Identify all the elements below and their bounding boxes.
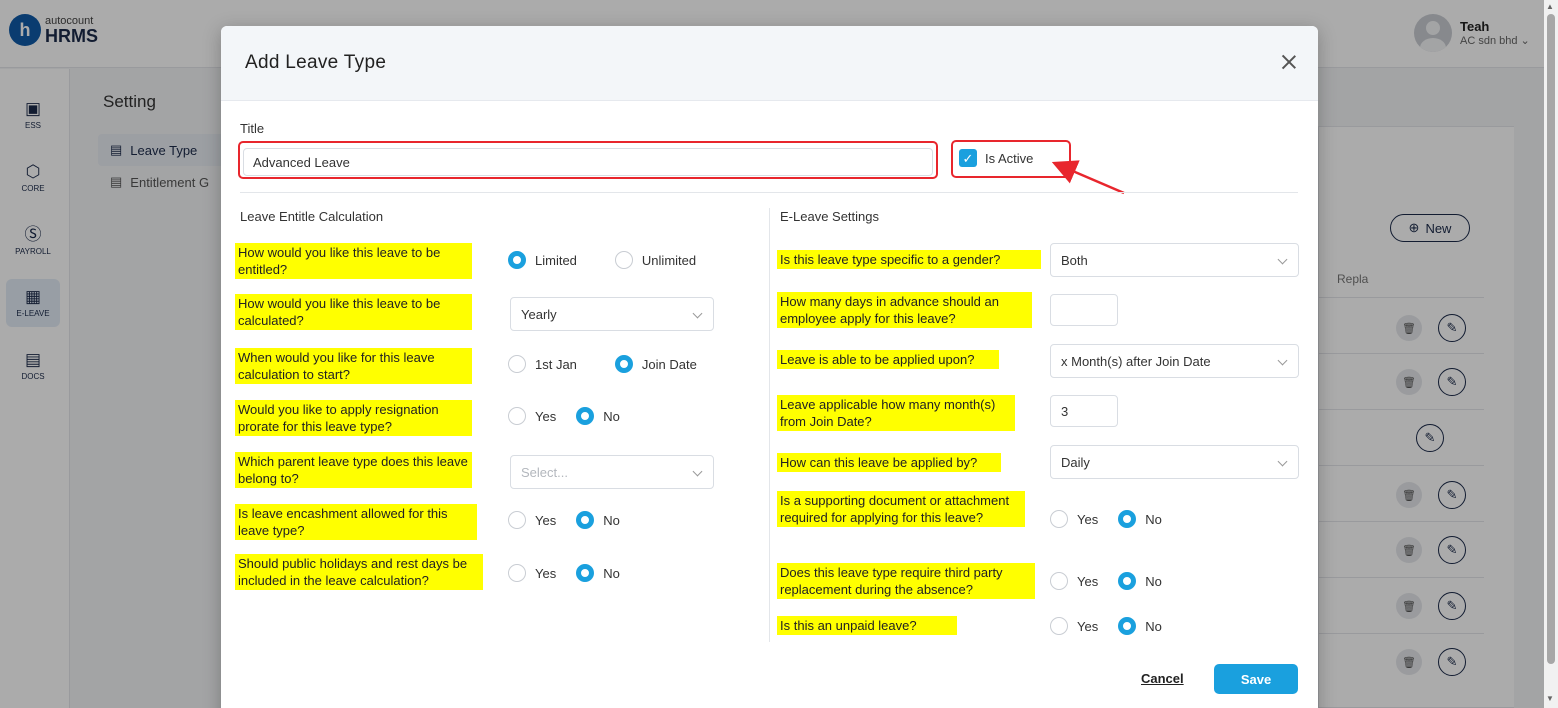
public-holidays-radio-group: Yes No [508, 564, 620, 582]
question-encashment: Is leave encashment allowed for this lea… [235, 504, 477, 540]
column-divider [769, 208, 770, 642]
chevron-down-icon [692, 308, 703, 319]
supporting-document-radio-group: Yes No [1050, 510, 1162, 528]
resignation-yes-radio[interactable]: Yes [508, 407, 556, 425]
modal-header: Add Leave Type [221, 26, 1318, 101]
question-entitled: How would you like this leave to be enti… [235, 243, 472, 279]
chevron-down-icon [692, 466, 703, 477]
scroll-up-icon[interactable]: ▲ [1546, 2, 1554, 11]
is-active-checkbox[interactable]: ✓ Is Active [959, 149, 1033, 167]
question-resignation-prorate: Would you like to apply resignation pror… [235, 400, 472, 436]
question-calculated: How would you like this leave to be calc… [235, 294, 472, 330]
leave-entitle-calculation-title: Leave Entitle Calculation [240, 209, 384, 224]
calculation-select[interactable]: Yearly [510, 297, 714, 331]
scroll-thumb[interactable] [1547, 14, 1555, 664]
cancel-button[interactable]: Cancel [1141, 671, 1184, 686]
title-input[interactable] [243, 148, 933, 176]
encashment-radio-group: Yes No [508, 511, 620, 529]
document-yes-radio[interactable]: Yes [1050, 510, 1098, 528]
holidays-no-radio[interactable]: No [576, 564, 620, 582]
chevron-down-icon [1277, 456, 1288, 467]
close-icon[interactable] [1279, 52, 1299, 72]
add-leave-type-modal: Add Leave Type Title ✓ Is Active Leave E… [221, 26, 1318, 708]
chevron-down-icon [1277, 254, 1288, 265]
title-label: Title [240, 121, 265, 136]
encashment-no-radio[interactable]: No [576, 511, 620, 529]
gender-select[interactable]: Both [1050, 243, 1299, 277]
resignation-no-radio[interactable]: No [576, 407, 620, 425]
entitled-radio-group: Limited Unlimited [508, 251, 696, 269]
limited-radio[interactable]: Limited [508, 251, 577, 269]
applied-upon-select[interactable]: x Month(s) after Join Date [1050, 344, 1299, 378]
question-supporting-document: Is a supporting document or attachment r… [777, 491, 1025, 527]
question-months-from-join: Leave applicable how many month(s) from … [777, 395, 1015, 431]
unpaid-yes-radio[interactable]: Yes [1050, 617, 1098, 635]
section-divider [240, 192, 1298, 193]
first-jan-radio[interactable]: 1st Jan [508, 355, 577, 373]
page-scrollbar[interactable]: ▲ ▼ [1544, 0, 1558, 708]
question-gender: Is this leave type specific to a gender? [777, 250, 1041, 269]
scroll-down-icon[interactable]: ▼ [1546, 694, 1554, 703]
encashment-yes-radio[interactable]: Yes [508, 511, 556, 529]
question-advance-days: How many days in advance should an emplo… [777, 292, 1032, 328]
join-date-radio[interactable]: Join Date [614, 355, 697, 373]
replacement-no-radio[interactable]: No [1118, 572, 1162, 590]
months-input[interactable] [1050, 395, 1118, 427]
document-no-radio[interactable]: No [1118, 510, 1162, 528]
chevron-down-icon [1277, 355, 1288, 366]
resignation-prorate-radio-group: Yes No [508, 407, 620, 425]
modal-title: Add Leave Type [245, 52, 387, 73]
question-public-holidays: Should public holidays and rest days be … [235, 554, 483, 590]
save-button[interactable]: Save [1214, 664, 1298, 694]
unpaid-leave-radio-group: Yes No [1050, 617, 1162, 635]
advance-days-input[interactable] [1050, 294, 1118, 326]
checkmark-icon[interactable]: ✓ [959, 149, 977, 167]
unlimited-radio[interactable]: Unlimited [614, 251, 696, 269]
parent-leave-type-select[interactable]: Select... [510, 455, 714, 489]
question-applied-by: How can this leave be applied by? [777, 453, 1001, 472]
calculation-start-radio-group: 1st Jan Join Date [508, 355, 697, 373]
question-calculation-start: When would you like for this leave calcu… [235, 348, 472, 384]
question-parent-leave-type: Which parent leave type does this leave … [235, 452, 472, 488]
e-leave-settings-title: E-Leave Settings [780, 209, 880, 224]
holidays-yes-radio[interactable]: Yes [508, 564, 556, 582]
question-unpaid-leave: Is this an unpaid leave? [777, 616, 957, 635]
question-third-party-replacement: Does this leave type require third party… [777, 563, 1035, 599]
replacement-yes-radio[interactable]: Yes [1050, 572, 1098, 590]
unpaid-no-radio[interactable]: No [1118, 617, 1162, 635]
is-active-label: Is Active [985, 150, 1034, 166]
replacement-radio-group: Yes No [1050, 572, 1162, 590]
applied-by-select[interactable]: Daily [1050, 445, 1299, 479]
question-applied-upon: Leave is able to be applied upon? [777, 350, 999, 369]
